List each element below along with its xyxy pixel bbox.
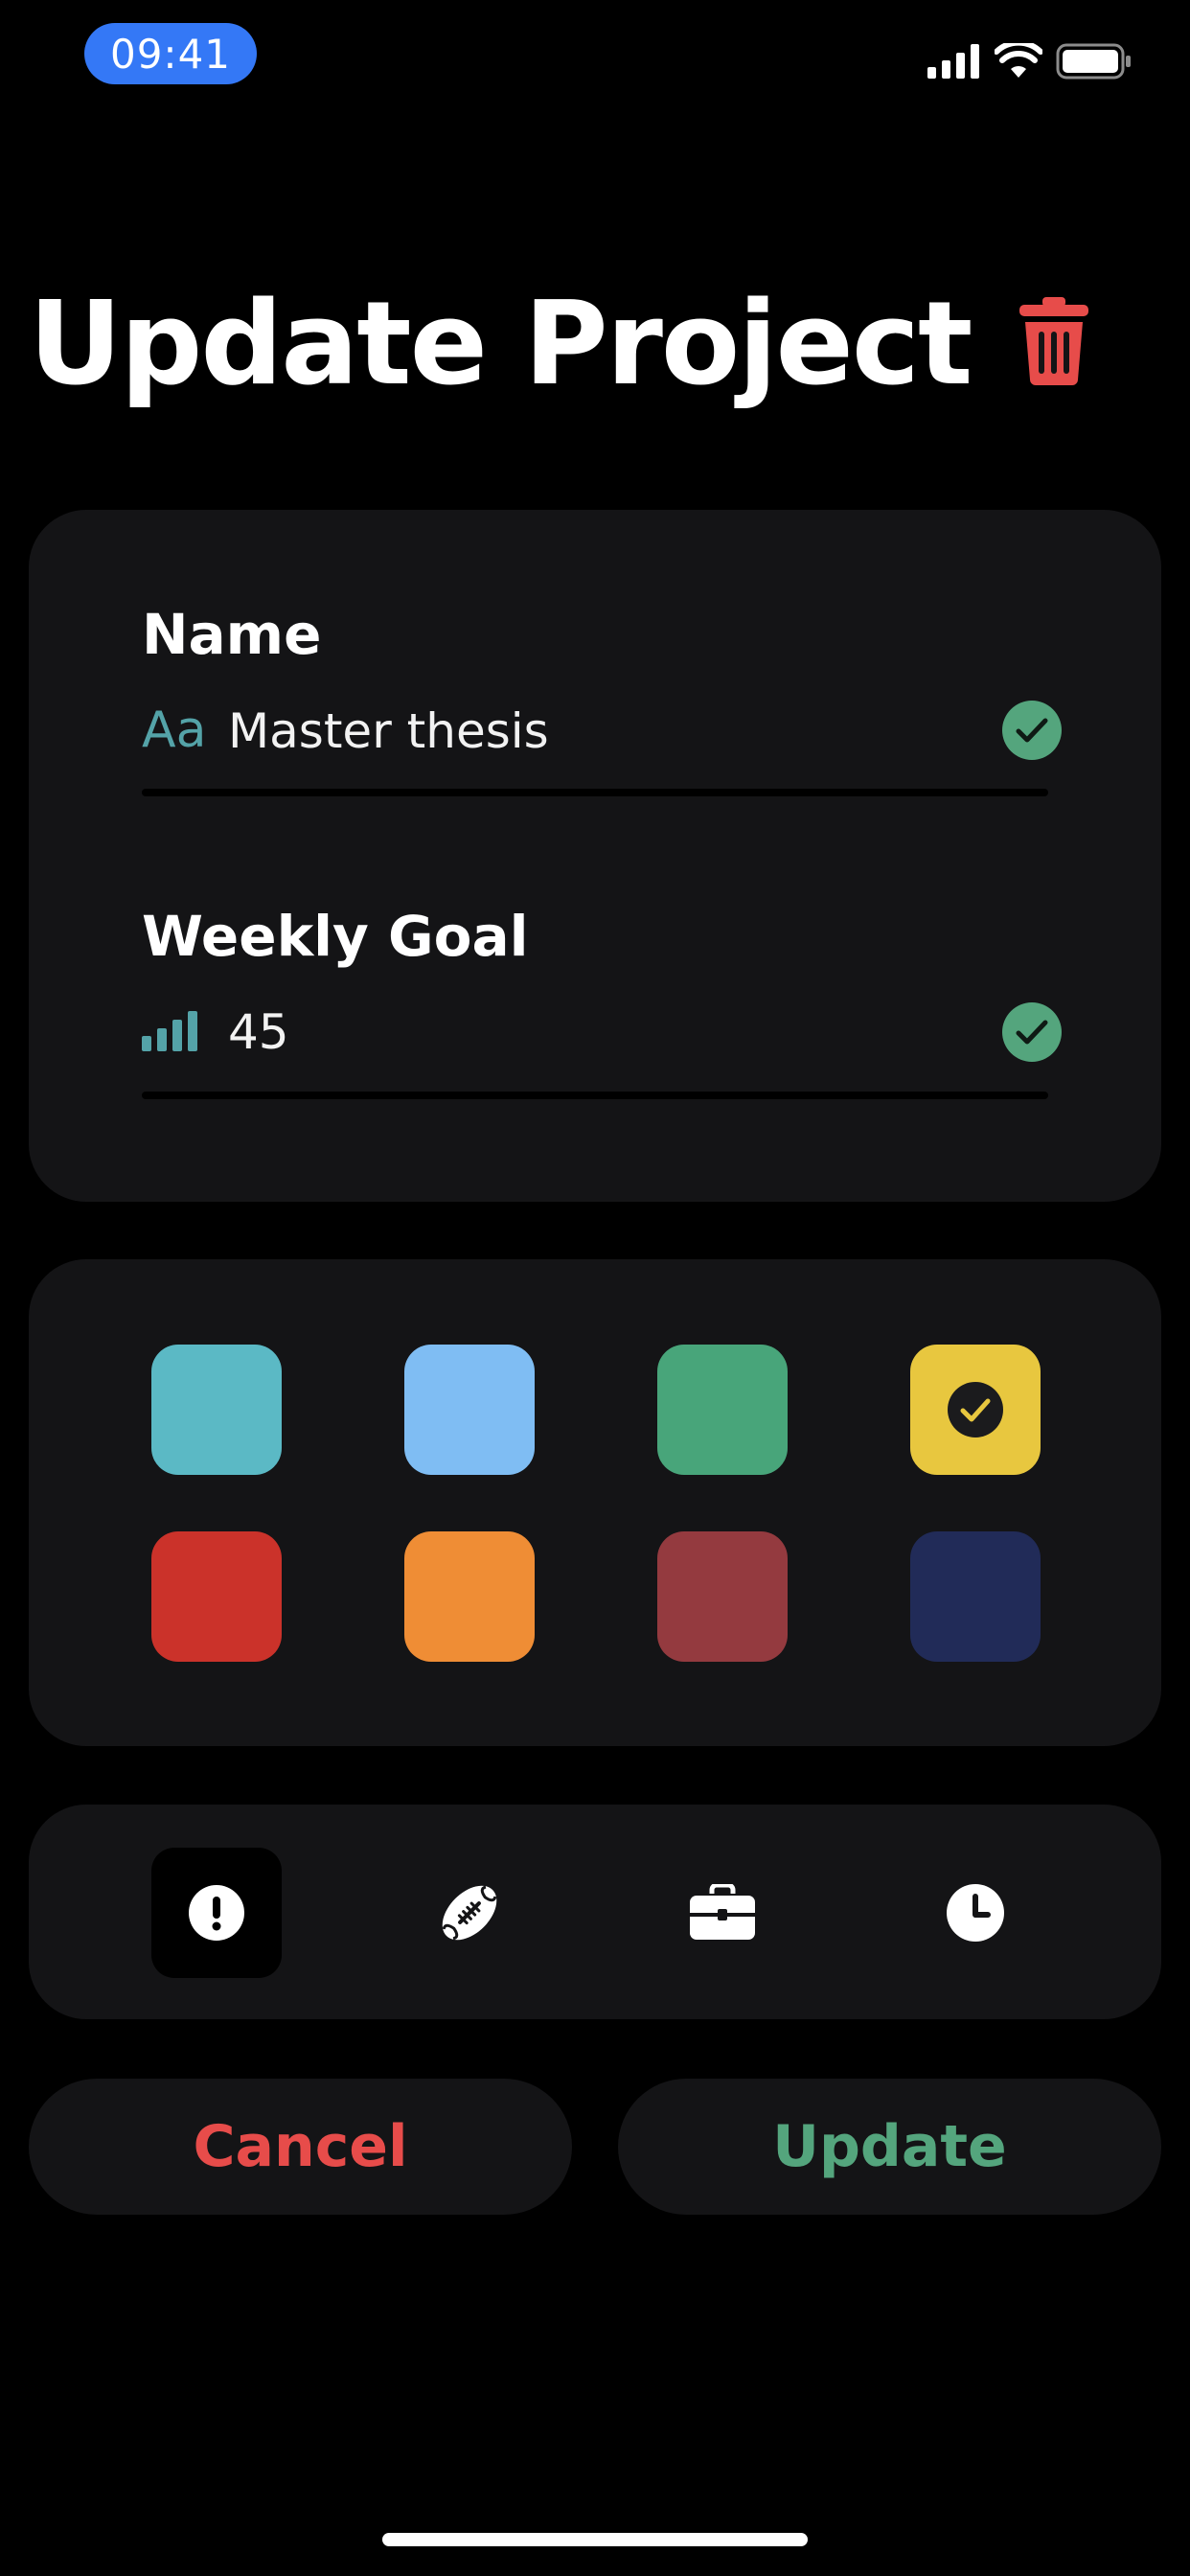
color-swatch-teal[interactable] — [151, 1345, 282, 1475]
checkmark-icon — [1016, 718, 1048, 743]
weekly-goal-label: Weekly Goal — [142, 904, 529, 969]
cellular-signal-icon — [927, 44, 979, 79]
clock-icon — [947, 1884, 1004, 1942]
name-label: Name — [142, 602, 322, 667]
weekly-goal-underline — [142, 1092, 1048, 1099]
color-swatch-maroon[interactable] — [657, 1531, 788, 1662]
selected-checkmark-icon — [948, 1382, 1003, 1438]
weekly-goal-valid-checkmark — [1002, 1002, 1062, 1062]
home-indicator[interactable] — [382, 2533, 808, 2546]
cancel-button[interactable]: Cancel — [29, 2079, 572, 2215]
icon-picker-card — [29, 1805, 1161, 2019]
status-icons — [927, 42, 1133, 80]
color-swatch-green[interactable] — [657, 1345, 788, 1475]
weekly-goal-input[interactable]: 45 — [228, 1003, 289, 1061]
icon-option-exclamation[interactable] — [151, 1848, 282, 1978]
name-underline — [142, 789, 1048, 796]
name-valid-checkmark — [1002, 701, 1062, 760]
trash-icon — [1019, 297, 1088, 385]
icon-option-clock[interactable] — [910, 1848, 1041, 1978]
football-icon — [442, 1885, 497, 1941]
exclamation-circle-icon — [189, 1885, 244, 1941]
battery-icon — [1056, 43, 1131, 80]
status-time: 09:41 — [84, 23, 257, 84]
briefcase-icon — [690, 1884, 755, 1940]
delete-project-button[interactable] — [1011, 293, 1097, 389]
icon-option-briefcase[interactable] — [657, 1848, 788, 1978]
wifi-icon — [995, 43, 1042, 78]
checkmark-icon — [1016, 1020, 1048, 1045]
color-swatch-orange[interactable] — [404, 1531, 535, 1662]
icon-option-football[interactable] — [404, 1848, 535, 1978]
bar-chart-icon — [142, 1011, 197, 1055]
page-title: Update Project — [29, 278, 973, 411]
color-picker-card — [29, 1259, 1161, 1746]
color-swatch-navy[interactable] — [910, 1531, 1041, 1662]
name-input[interactable]: Master thesis — [228, 702, 549, 760]
color-swatch-yellow[interactable] — [910, 1345, 1041, 1475]
text-aa-icon: Aa — [142, 702, 207, 759]
project-fields-card: Name Aa Master thesis Weekly Goal 45 — [29, 510, 1161, 1202]
color-swatch-light-blue[interactable] — [404, 1345, 535, 1475]
color-swatch-red[interactable] — [151, 1531, 282, 1662]
update-button[interactable]: Update — [618, 2079, 1161, 2215]
